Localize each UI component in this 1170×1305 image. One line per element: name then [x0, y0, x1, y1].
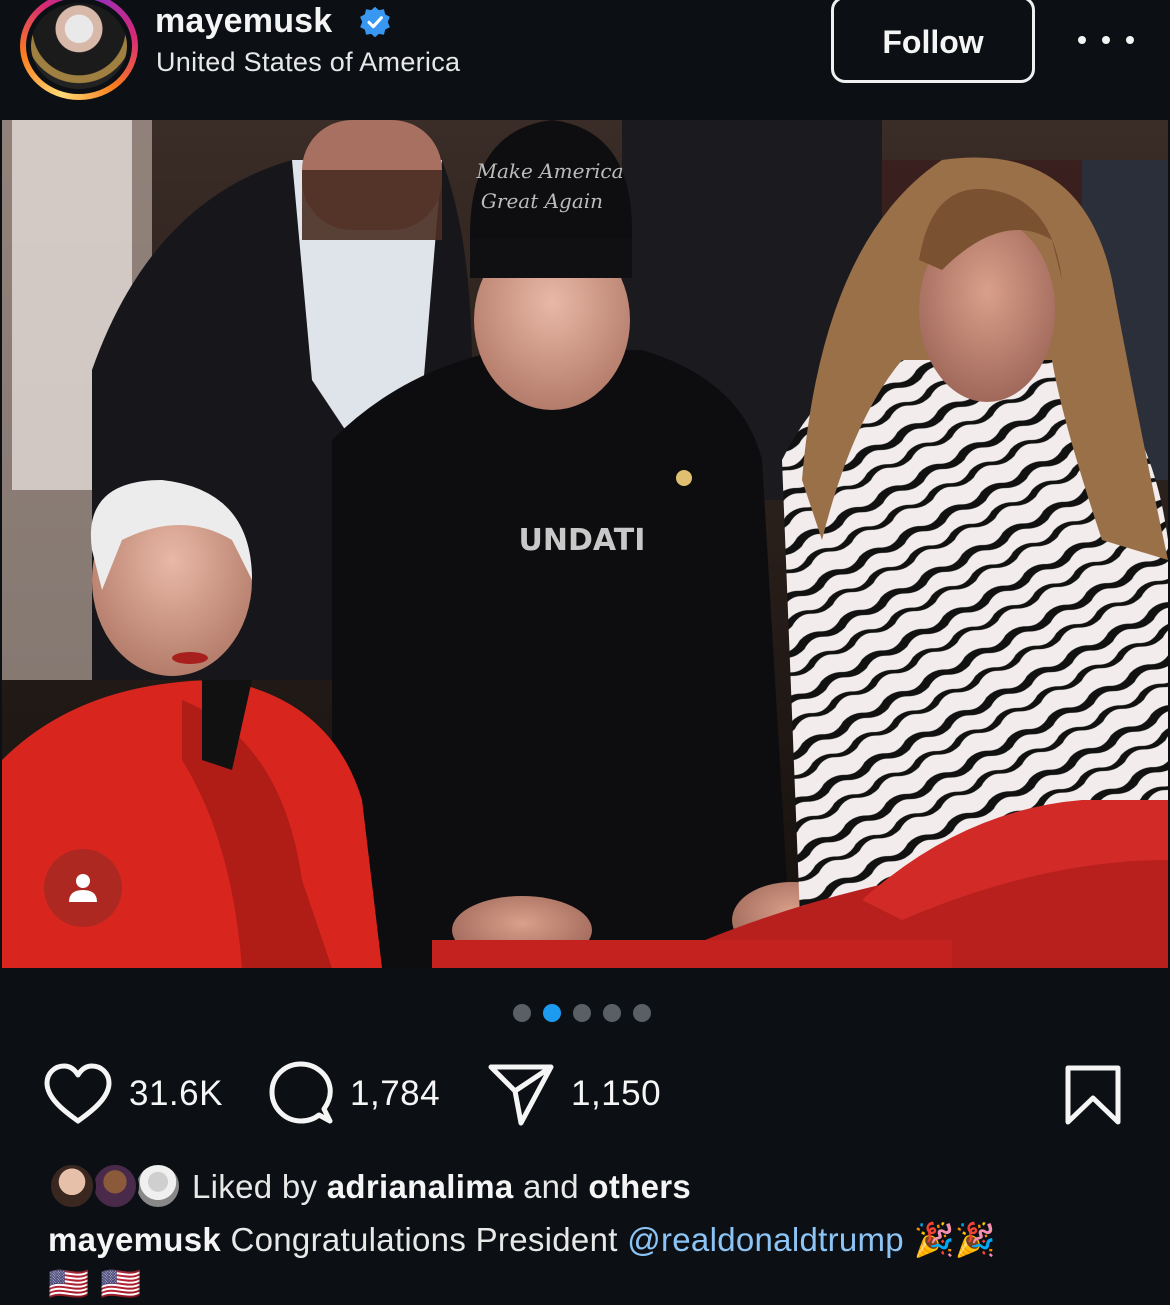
carousel-dot-active: [543, 1004, 561, 1022]
post-header: mayemusk United States of America Follow: [0, 0, 1170, 118]
comments-count[interactable]: 1,784: [350, 1074, 440, 1114]
liked-by-text[interactable]: Liked by adrianalima and others: [192, 1168, 691, 1206]
avatar[interactable]: [48, 1162, 96, 1210]
avatar[interactable]: [31, 3, 127, 89]
post-caption: mayemusk Congratulations President @real…: [48, 1218, 1148, 1305]
carousel-dot: [633, 1004, 651, 1022]
carousel-dot: [573, 1004, 591, 1022]
follow-button[interactable]: Follow: [831, 0, 1035, 83]
liker-avatars[interactable]: [48, 1162, 182, 1212]
like-action[interactable]: 31.6K: [43, 1058, 223, 1130]
story-ring[interactable]: [20, 0, 138, 100]
flag-emoji: 🇺🇸 🇺🇸: [48, 1264, 142, 1303]
more-options-icon[interactable]: [1078, 30, 1134, 50]
comment-icon[interactable]: [268, 1061, 334, 1127]
avatar[interactable]: [91, 1162, 139, 1210]
photo-illustration: Make America Great Again UNDATI: [2, 120, 1168, 968]
shares-count[interactable]: 1,150: [571, 1074, 661, 1114]
username[interactable]: mayemusk: [155, 2, 332, 41]
party-emoji: 🎉🎉: [913, 1220, 997, 1259]
carousel-indicator: [513, 1003, 663, 1023]
avatar[interactable]: [134, 1162, 182, 1210]
share-action[interactable]: 1,150: [487, 1058, 661, 1130]
post-photo[interactable]: Make America Great Again UNDATI: [2, 120, 1168, 968]
action-bar: 31.6K 1,784 1,150: [0, 1058, 1170, 1130]
verified-badge-icon: [360, 6, 390, 38]
instagram-post: mayemusk United States of America Follow: [0, 0, 1170, 1305]
person-icon: [69, 874, 97, 902]
liked-by-others[interactable]: others: [588, 1168, 691, 1205]
caption-username[interactable]: mayemusk: [48, 1221, 221, 1258]
liked-by[interactable]: Liked by adrianalima and others: [48, 1162, 691, 1212]
carousel-dot: [513, 1004, 531, 1022]
hat-text-line1: Make America: [475, 159, 623, 183]
shirt-text: UNDATI: [519, 523, 646, 558]
post-location[interactable]: United States of America: [156, 47, 460, 78]
heart-icon[interactable]: [43, 1063, 113, 1125]
liker-username[interactable]: adrianalima: [327, 1168, 514, 1205]
share-icon[interactable]: [487, 1061, 555, 1127]
likes-count[interactable]: 31.6K: [129, 1074, 223, 1114]
hat-text-line2: Great Again: [481, 189, 603, 213]
caption-mention[interactable]: @realdonaldtrump: [627, 1221, 904, 1258]
tagged-people-button[interactable]: [44, 849, 122, 927]
carousel-dot: [603, 1004, 621, 1022]
bookmark-icon[interactable]: [1064, 1064, 1122, 1126]
caption-text: Congratulations President: [230, 1221, 618, 1258]
comment-action[interactable]: 1,784: [268, 1058, 440, 1130]
